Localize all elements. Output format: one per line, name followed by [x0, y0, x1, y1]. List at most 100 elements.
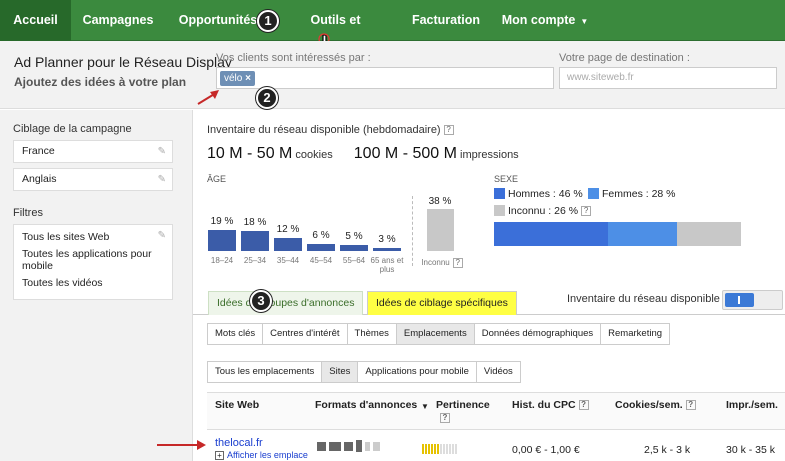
chevron-down-icon: ▼	[580, 17, 589, 26]
subtab-interests[interactable]: Centres d'intérêt	[263, 324, 348, 344]
filters-box[interactable]: Tous les sites Web Toutes les applicatio…	[13, 224, 173, 300]
column-relevance[interactable]: Pertinence?	[436, 399, 490, 424]
planner-header: Ad Planner pour le Réseau Display Ajoute…	[0, 41, 785, 109]
callout-2: 2	[256, 87, 278, 109]
help-icon[interactable]: ?	[452, 258, 463, 268]
cookies-value: 10 M - 50 M	[207, 145, 293, 162]
column-site[interactable]: Site Web	[215, 399, 259, 411]
legend-men: Hommes : 46 %	[494, 188, 583, 200]
page-title: Ad Planner pour le Réseau Display	[14, 54, 232, 70]
placement-subtabs: Tous les emplacements Sites Applications p…	[207, 361, 521, 383]
ad-format-icons	[317, 440, 383, 453]
chart-x-label: 65 ans et plus	[370, 256, 404, 274]
chart-x-label: 18–24	[210, 256, 234, 265]
chart-bar	[274, 238, 302, 251]
chart-bar	[373, 248, 401, 251]
chart-value-label: 5 %	[345, 231, 363, 242]
filter-item: Toutes les vidéos	[22, 277, 103, 289]
column-cookies[interactable]: Cookies/sem.?	[615, 399, 696, 411]
nav-mon-compte[interactable]: Mon compte ▼	[497, 0, 593, 41]
site-link[interactable]: thelocal.fr	[215, 437, 263, 449]
subtab-topics[interactable]: Thèmes	[348, 324, 397, 344]
close-icon[interactable]: ×	[245, 73, 251, 84]
tab-ad-group-ideas[interactable]: Idées de groupes d'annonces	[208, 291, 364, 315]
tab-targeting-ideas[interactable]: Idées de ciblage spécifiques	[367, 291, 517, 315]
column-impressions[interactable]: Impr./sem.	[726, 399, 778, 411]
inventory-toggle-label: Inventaire du réseau disponible :	[567, 293, 726, 305]
banner-ad-icon	[329, 441, 341, 451]
destination-label: Votre page de destination :	[559, 52, 690, 64]
help-icon[interactable]: ?	[581, 206, 592, 217]
table-header: Site Web Formats d'annonces ▼ Pertinence…	[207, 392, 785, 430]
column-formats[interactable]: Formats d'annonces	[315, 399, 417, 411]
column-cpc[interactable]: Hist. du CPC?	[512, 399, 589, 411]
subtab-all-placements[interactable]: Tous les emplacements	[208, 362, 323, 382]
subtab-keywords[interactable]: Mots clés	[208, 324, 264, 344]
subtab-sites[interactable]: Sites	[322, 362, 359, 382]
skyscraper-ad-icon	[356, 440, 362, 453]
country-selector[interactable]: France ✎	[13, 140, 173, 163]
show-more-link[interactable]: + Afficher les emplace	[215, 450, 308, 460]
subtab-remarketing[interactable]: Remarketing	[601, 324, 669, 344]
relevance-meter	[422, 443, 458, 455]
language-selector[interactable]: Anglais ✎	[13, 168, 173, 191]
legend-swatch	[494, 188, 505, 199]
cpc-value: 0,00 € - 1,00 €	[512, 444, 580, 456]
chart-x-label: 55–64	[342, 256, 366, 265]
sort-desc-icon[interactable]: ▼	[421, 402, 429, 411]
mobile-ad-icon	[365, 441, 370, 451]
destination-url-input[interactable]: www.siteweb.fr	[559, 67, 777, 89]
clients-interest-input[interactable]: vélo ×	[216, 67, 554, 89]
subtab-placements[interactable]: Emplacements	[396, 324, 475, 344]
pencil-icon[interactable]: ✎	[158, 146, 166, 157]
gender-bar	[494, 222, 741, 246]
help-icon[interactable]: ?	[440, 413, 450, 424]
chart-x-label: 25–34	[243, 256, 267, 265]
nav-campagnes[interactable]: Campagnes	[71, 0, 165, 41]
annotation-arrow-icon	[157, 440, 206, 450]
inventory-label: Inventaire du réseau disponible (hebdoma…	[207, 124, 454, 136]
nav-accueil[interactable]: Accueil	[0, 0, 71, 41]
help-icon[interactable]: ?	[578, 400, 589, 411]
nav-opportunites[interactable]: Opportunités	[172, 0, 264, 41]
gender-heading: SEXE	[494, 174, 519, 184]
subtab-mobile-apps[interactable]: Applications pour mobile	[358, 362, 477, 382]
expand-icon[interactable]: +	[215, 451, 224, 460]
chart-x-label: 45–54	[309, 256, 333, 265]
video-ad-icon	[373, 441, 380, 451]
chart-bar-unknown	[427, 209, 454, 251]
nav-facturation[interactable]: Facturation	[404, 0, 488, 41]
legend-women: Femmes : 28 %	[588, 188, 676, 200]
toggle-knob	[725, 293, 754, 307]
chart-value-label: 12 %	[276, 224, 300, 235]
impressions-value: 100 M - 500 M	[353, 145, 457, 162]
clients-label: Vos clients sont intéressés par :	[216, 52, 371, 64]
chart-x-label-unknown: Inconnu?	[417, 258, 467, 268]
impressions-unit: impressions	[460, 149, 519, 161]
cookies-unit: cookies	[295, 149, 333, 161]
interest-tag[interactable]: vélo ×	[220, 71, 255, 86]
pencil-icon[interactable]: ✎	[158, 230, 166, 241]
gender-bar-men	[494, 222, 608, 246]
targeting-heading: Ciblage de la campagne	[13, 123, 132, 135]
impressions-value-cell: 30 k - 35 k	[726, 444, 776, 456]
pencil-icon[interactable]: ✎	[158, 174, 166, 185]
inventory-totals: 10 M - 50 M cookies 100 M - 500 M impres…	[207, 145, 537, 163]
chart-value-label-unknown: 38 %	[428, 196, 452, 207]
chart-bar	[241, 231, 269, 251]
cookies-value-cell: 2,5 k - 3 k	[644, 444, 691, 456]
legend-swatch	[588, 188, 599, 199]
top-navigation: Accueil Campagnes Opportunités Outils et…	[0, 0, 785, 68]
subtab-demographics[interactable]: Données démographiques	[475, 324, 602, 344]
page-subtitle: Ajoutez des idées à votre plan	[14, 75, 187, 89]
inventory-toggle[interactable]	[722, 290, 783, 310]
subtab-videos[interactable]: Vidéos	[477, 362, 520, 382]
help-icon[interactable]: ?	[685, 400, 696, 411]
chart-title: ÂGE	[207, 174, 227, 184]
filter-item: Tous les sites Web	[22, 231, 110, 243]
text-ad-icon	[317, 441, 326, 451]
help-icon[interactable]: ?	[443, 125, 454, 136]
chart-value-label: 19 %	[210, 216, 234, 227]
targeting-subtabs: Mots clés Centres d'intérêt Thèmes Emplacem…	[207, 323, 671, 345]
chart-value-label: 3 %	[378, 234, 396, 245]
